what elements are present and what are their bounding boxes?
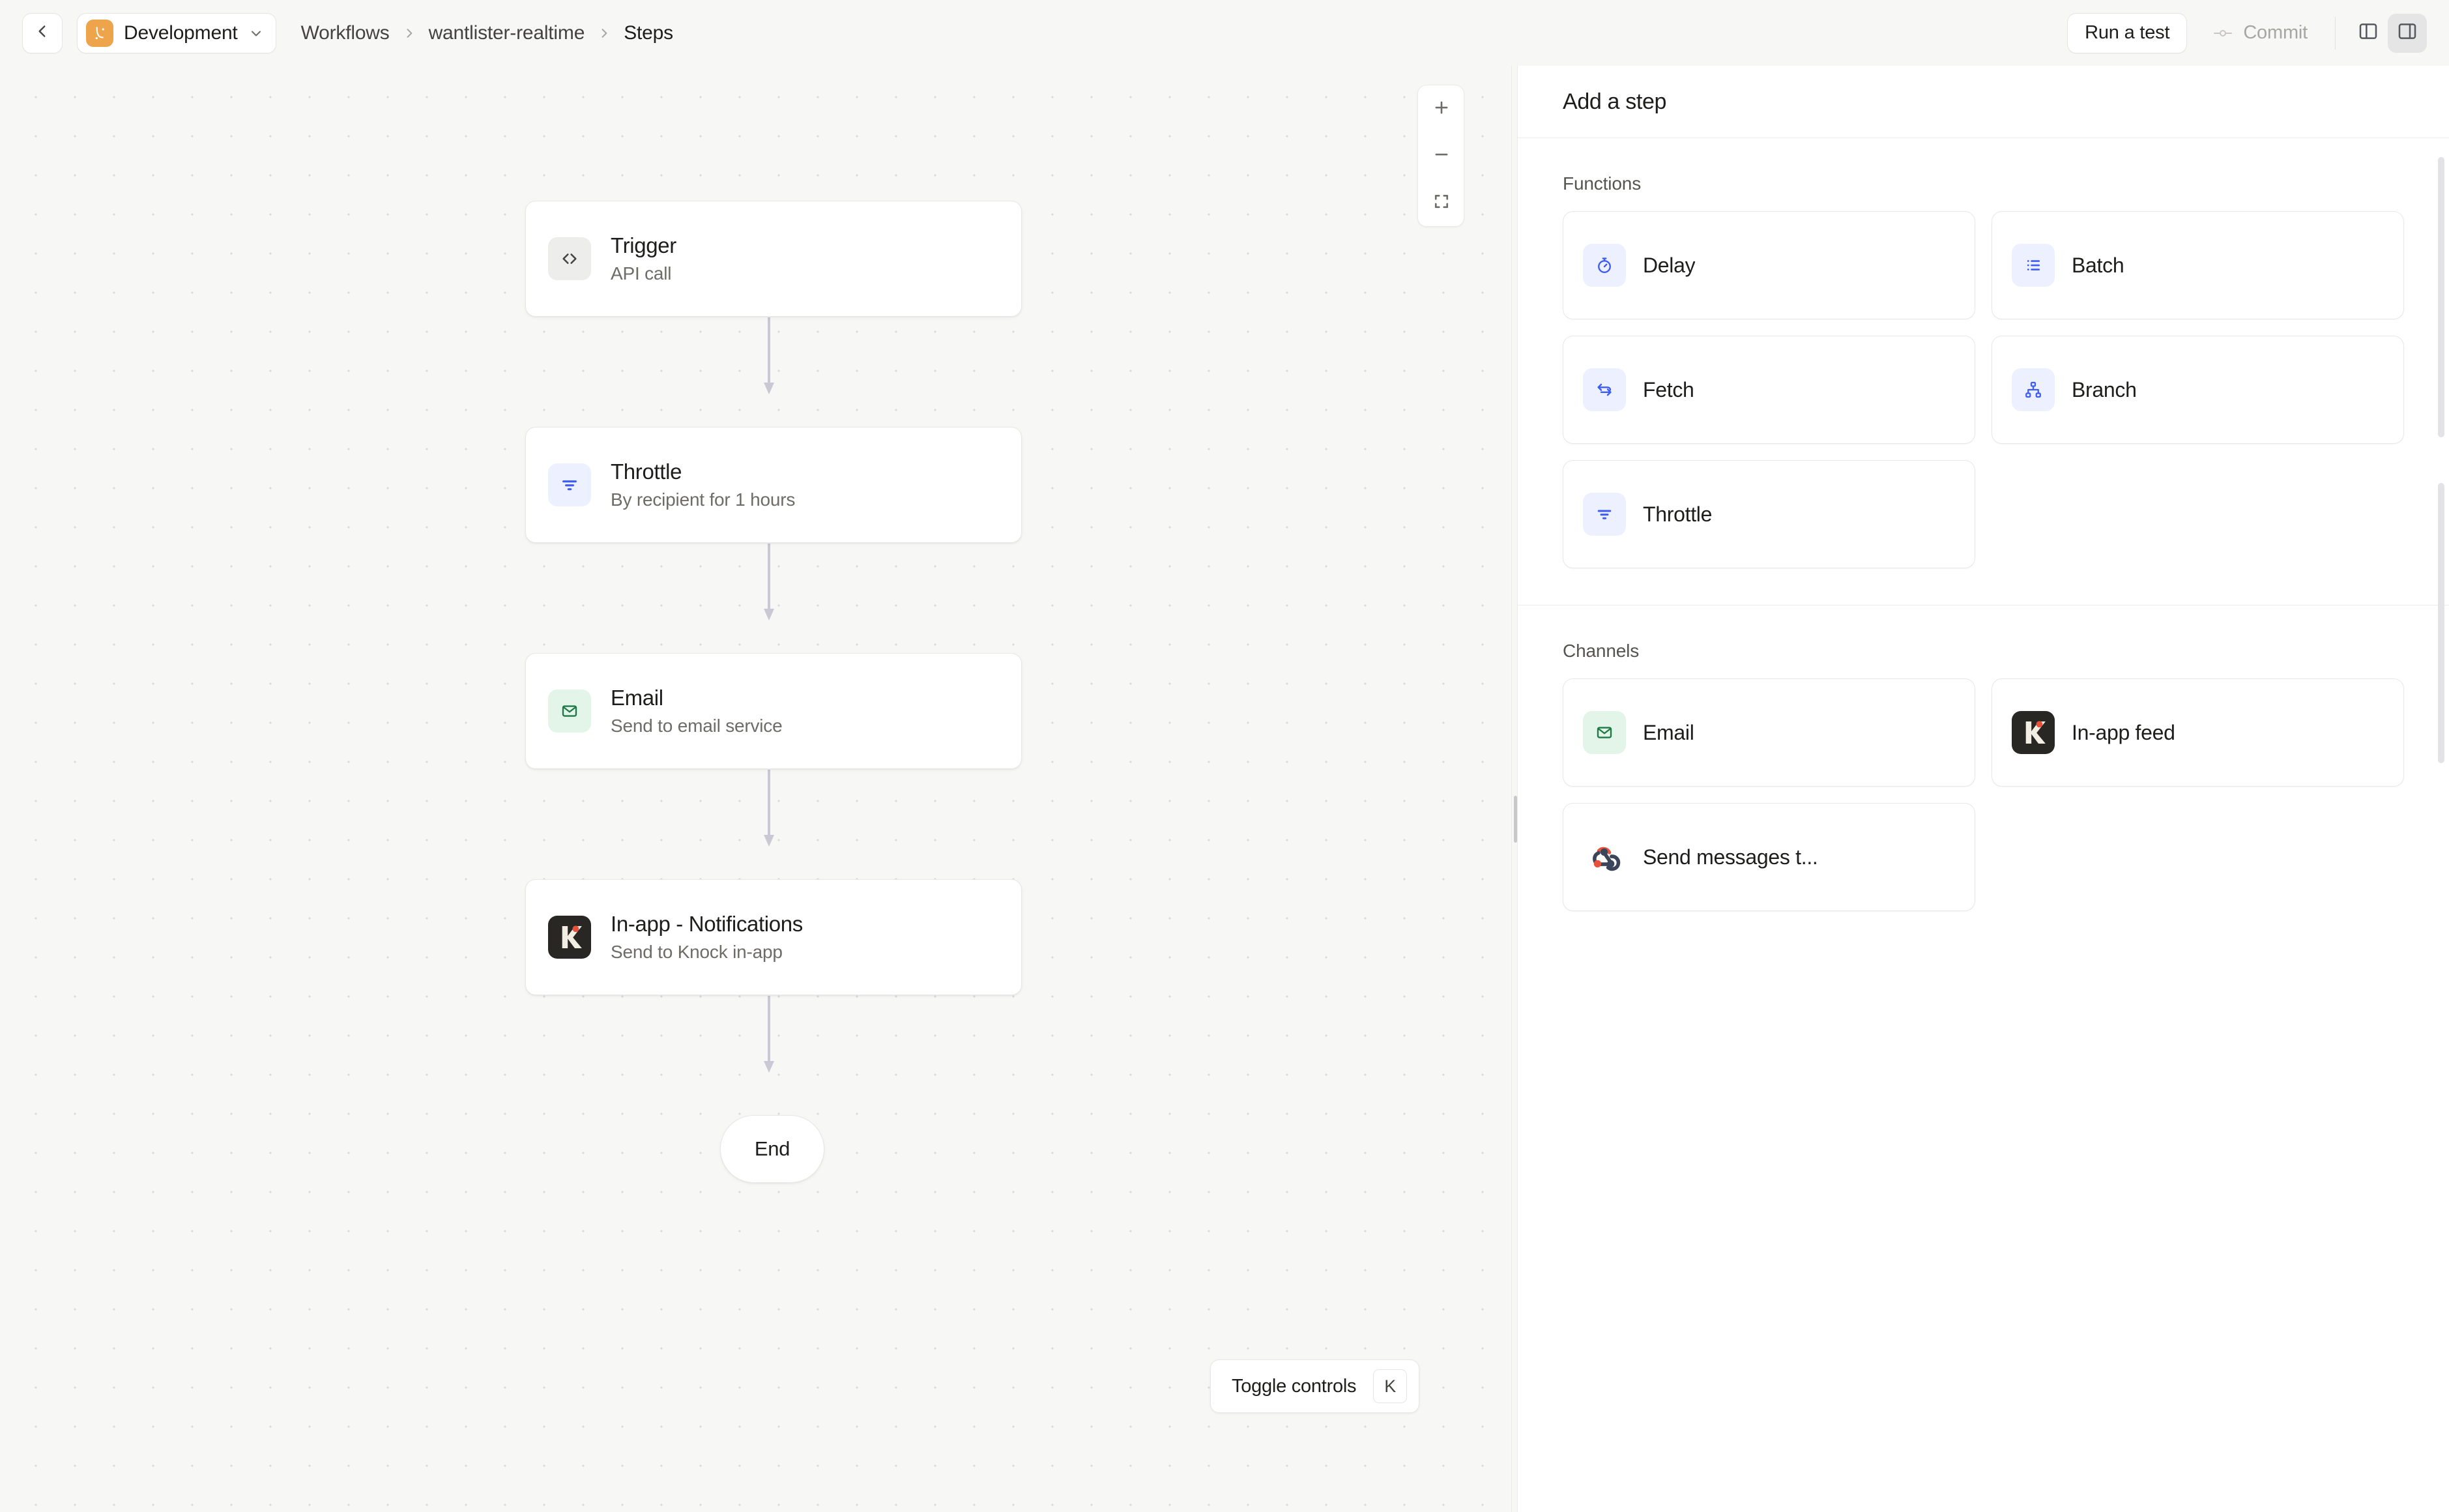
- panel-scrollbar-thumb-top[interactable]: [2438, 157, 2444, 437]
- toggle-controls-label: Toggle controls: [1232, 1376, 1356, 1397]
- panel-drag-handle[interactable]: [1514, 796, 1517, 843]
- connector-throttle-to-email: [759, 544, 779, 622]
- plus-icon: [1432, 98, 1451, 121]
- breadcrumb-separator-icon: [403, 27, 416, 40]
- step-card-label: Email: [1643, 721, 1694, 745]
- step-card-batch[interactable]: Batch: [1992, 211, 2404, 319]
- step-card-fetch[interactable]: Fetch: [1563, 336, 1975, 444]
- channels-section: Channels Email In-app fe: [1518, 605, 2449, 911]
- step-card-label: Batch: [2072, 254, 2124, 278]
- code-brackets-icon: [548, 237, 591, 280]
- node-subtitle: Send to Knock in-app: [611, 942, 803, 962]
- panel-right-icon: [2397, 21, 2418, 45]
- step-card-delay[interactable]: Delay: [1563, 211, 1975, 319]
- environment-selector[interactable]: Development: [77, 13, 276, 53]
- step-card-label: Branch: [2072, 378, 2137, 402]
- channels-card-grid: Email In-app feed: [1563, 678, 2404, 911]
- branch-hierarchy-icon: [2012, 368, 2055, 411]
- step-card-label: In-app feed: [2072, 721, 2175, 745]
- knock-branch-logo: [86, 20, 113, 47]
- left-panel-toggle-button[interactable]: [2349, 14, 2388, 53]
- functions-card-grid: Delay Batch: [1563, 211, 2404, 568]
- node-subtitle: Send to email service: [611, 716, 782, 736]
- arrows-exchange-icon: [1583, 368, 1626, 411]
- knock-k-logo: [548, 916, 591, 959]
- connector-inapp-to-end: [759, 996, 779, 1074]
- step-card-in-app-feed[interactable]: In-app feed: [1992, 678, 2404, 787]
- run-a-test-button[interactable]: Run a test: [2067, 13, 2187, 53]
- throttle-filter-icon: [1583, 493, 1626, 536]
- step-card-branch[interactable]: Branch: [1992, 336, 2404, 444]
- toolbar-actions: Run a test Commit: [2067, 13, 2427, 53]
- toolbar-divider: [2335, 17, 2336, 50]
- chevron-down-icon: [248, 25, 264, 41]
- node-subtitle: By recipient for 1 hours: [611, 489, 795, 510]
- envelope-icon: [548, 690, 591, 733]
- panel-left-icon: [2358, 21, 2379, 45]
- commit-node-icon: [2213, 27, 2233, 39]
- toggle-controls-shortcut-key: K: [1373, 1369, 1407, 1403]
- fit-view-icon: [1432, 192, 1451, 214]
- step-card-label: Fetch: [1643, 378, 1694, 402]
- commit-button[interactable]: Commit: [2199, 13, 2322, 53]
- add-step-panel: Add a step Functions Delay: [1518, 66, 2449, 1512]
- connector-email-to-inapp: [759, 770, 779, 848]
- node-title: Throttle: [611, 460, 795, 484]
- panel-scrollbar-thumb-bottom[interactable]: [2438, 483, 2444, 763]
- back-button[interactable]: [22, 13, 63, 53]
- throttle-filter-icon: [548, 463, 591, 506]
- step-card-email-channel[interactable]: Email: [1563, 678, 1975, 787]
- workflow-node-trigger[interactable]: Trigger API call: [525, 201, 1022, 317]
- zoom-in-button[interactable]: [1418, 85, 1464, 132]
- commit-label: Commit: [2243, 22, 2308, 44]
- panel-resize-divider[interactable]: [1511, 66, 1518, 1512]
- step-card-label: Delay: [1643, 254, 1695, 278]
- connector-trigger-to-throttle: [759, 317, 779, 396]
- envelope-icon: [1583, 711, 1626, 754]
- canvas-zoom-controls: [1417, 85, 1464, 227]
- breadcrumb-separator-icon: [598, 27, 611, 40]
- workflow-node-email[interactable]: Email Send to email service: [525, 653, 1022, 769]
- breadcrumb: Workflows wantlister-realtime Steps: [301, 22, 673, 44]
- minus-icon: [1432, 145, 1451, 167]
- step-card-label: Throttle: [1643, 502, 1712, 527]
- environment-name: Development: [124, 22, 238, 44]
- knock-k-logo: [2012, 711, 2055, 754]
- breadcrumb-item-steps[interactable]: Steps: [624, 22, 673, 44]
- node-title: Email: [611, 686, 782, 710]
- breadcrumb-item-workflow-name[interactable]: wantlister-realtime: [429, 22, 585, 44]
- top-toolbar: Development Workflows wantlister-realtim…: [0, 0, 2449, 66]
- step-card-throttle[interactable]: Throttle: [1563, 460, 1975, 568]
- workflow-node-throttle[interactable]: Throttle By recipient for 1 hours: [525, 427, 1022, 543]
- fit-view-button[interactable]: [1418, 179, 1464, 226]
- step-card-webhook-channel[interactable]: Send messages t...: [1563, 803, 1975, 911]
- node-title: Trigger: [611, 234, 676, 258]
- channels-section-label: Channels: [1563, 641, 2404, 662]
- list-icon: [2012, 244, 2055, 287]
- node-title: In-app - Notifications: [611, 912, 803, 937]
- stopwatch-icon: [1583, 244, 1626, 287]
- panel-header: Add a step: [1518, 66, 2449, 138]
- node-subtitle: API call: [611, 263, 676, 284]
- webhook-icon: [1583, 836, 1626, 879]
- breadcrumb-item-workflows[interactable]: Workflows: [301, 22, 390, 44]
- workflow-canvas[interactable]: Trigger API call Throttle By recipient f…: [0, 66, 1511, 1512]
- workflow-node-in-app[interactable]: In-app - Notifications Send to Knock in-…: [525, 879, 1022, 995]
- functions-section: Functions Delay: [1518, 138, 2449, 568]
- workflow-node-end[interactable]: End: [720, 1115, 824, 1183]
- step-card-label: Send messages t...: [1643, 845, 1818, 869]
- right-panel-toggle-button[interactable]: [2388, 14, 2427, 53]
- chevron-left-icon: [34, 23, 51, 43]
- toggle-controls-button[interactable]: Toggle controls K: [1210, 1359, 1419, 1413]
- panel-title: Add a step: [1563, 89, 1666, 115]
- functions-section-label: Functions: [1563, 173, 2404, 194]
- zoom-out-button[interactable]: [1418, 132, 1464, 179]
